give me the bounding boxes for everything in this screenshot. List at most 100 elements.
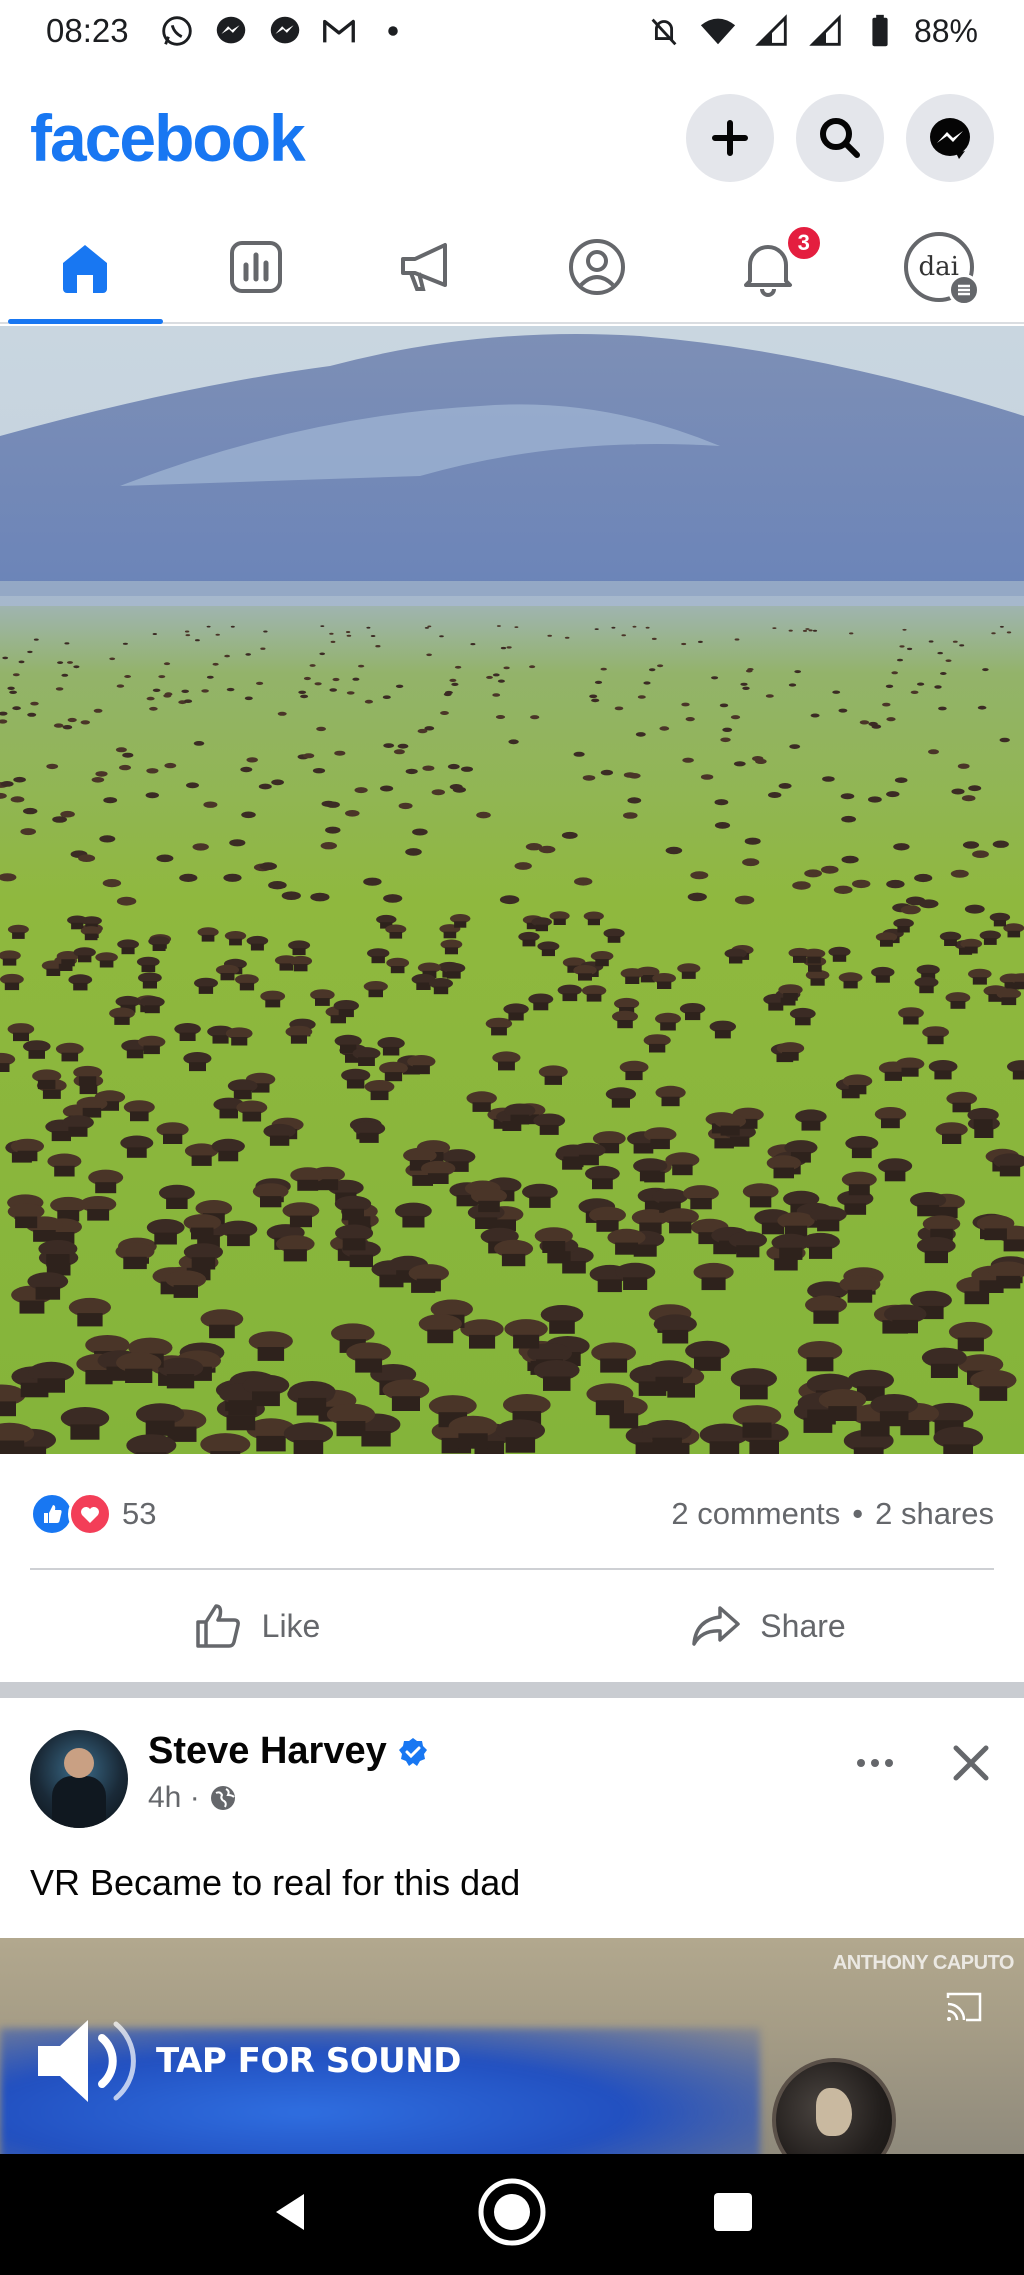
wildebeest-legs [875,975,890,983]
create-button[interactable] [686,94,774,182]
post-actions: Like Share [0,1584,1024,1668]
wildebeest-shape [690,871,709,880]
wildebeest-shape [952,640,958,643]
author-avatar[interactable] [30,1730,128,1828]
wildebeest-legs [412,1065,430,1075]
wildebeest-shape [223,873,242,882]
author-name[interactable]: Steve Harvey [148,1730,387,1773]
wildebeest-legs [51,1131,71,1142]
wildebeest-legs [290,1035,307,1044]
wildebeest-legs [166,1374,195,1389]
facebook-logo[interactable]: facebook [30,100,306,176]
more-options-icon[interactable] [852,1740,898,1786]
wildebeest-legs [143,1045,160,1055]
wildebeest-legs [475,1217,498,1229]
wildebeest-shape [868,796,882,803]
wildebeest-shape [886,791,900,798]
wildebeest-legs [774,1258,798,1271]
wildebeest-shape [789,744,801,749]
wildebeest-shape [461,766,473,772]
wildebeest-legs [964,946,978,954]
wildebeest-shape [645,626,650,629]
wildebeest-shape [256,681,264,685]
tab-ads[interactable] [341,212,512,322]
wildebeest-shape [325,826,341,834]
wildebeest-shape [13,776,26,783]
divider [30,1568,994,1570]
wildebeest-legs [227,1234,250,1247]
wildebeest-legs [730,1136,750,1147]
home-button[interactable] [475,2175,549,2254]
messenger-button[interactable] [906,94,994,182]
tab-home[interactable] [0,212,171,324]
tab-notifications[interactable]: 3 [683,212,854,322]
wildebeest-shape [508,739,519,745]
post-video[interactable]: ANTHONY CAPUTO TAP FOR SOUND [0,1938,1024,2154]
search-button[interactable] [796,94,884,182]
verified-badge-icon [398,1737,427,1766]
wildebeest-legs [28,1050,45,1059]
wildebeest-legs [832,954,847,962]
tap-for-sound-button[interactable]: TAP FOR SOUND [32,2006,461,2116]
wildebeest-legs [547,1251,571,1264]
wildebeest-shape [95,771,108,777]
back-icon [275,2194,304,2230]
wildebeest-shape [149,706,158,711]
wildebeest-shape [412,828,428,836]
wildebeest-shape [447,763,460,770]
wildebeest-legs [881,1118,900,1129]
wildebeest-shape [449,784,463,790]
share-button[interactable]: Share [512,1584,1024,1668]
tab-menu[interactable]: dai [853,212,1024,322]
wildebeest-legs [709,1441,740,1454]
wildebeest-shape [158,675,166,679]
wildebeest-shape [788,683,797,687]
wildebeest-shape [431,789,445,796]
wildebeest-shape [382,695,391,699]
wildebeest-shape [600,667,607,671]
post-photo[interactable] [0,326,1024,1454]
wildebeest-shape [424,627,429,629]
wildebeest-shape [698,640,703,643]
wildebeest-legs [973,1119,993,1130]
wildebeest-legs [649,1043,666,1053]
wildebeest-shape [999,737,1010,743]
status-bar: 08:23 88% [0,0,1024,62]
like-button[interactable]: Like [0,1584,512,1668]
reactions-summary[interactable]: 53 2 comments • 2 shares [30,1484,994,1544]
wildebeest-legs [655,1376,683,1392]
wildebeest-legs [742,1422,772,1438]
wildebeest-shape [506,646,512,649]
profile-icon [569,239,626,295]
tab-profile[interactable] [512,212,683,322]
notification-badge: 3 [784,224,823,262]
wildebeest-shape [714,799,729,806]
wildebeest-shape [733,761,746,767]
wildebeest-legs [773,1167,794,1179]
wildebeest-legs [95,1182,117,1194]
recents-button[interactable] [696,2175,770,2254]
wildebeest-shape [977,705,987,710]
wildebeest-legs [661,1096,680,1107]
comments-count[interactable]: 2 comments [671,1496,840,1532]
signal-icon [806,11,846,51]
wildebeest-legs [498,1061,515,1071]
post-time[interactable]: 4h · [148,1781,200,1815]
wildebeest-legs [562,993,578,1002]
wildebeest-legs [801,1120,821,1131]
wildebeest-shape [840,793,855,800]
wildebeest-legs [996,1275,1021,1289]
wildebeest-shape [961,795,976,802]
cast-icon[interactable] [944,1990,984,2024]
tab-dashboard[interactable] [171,212,342,322]
wildebeest-legs [349,1254,373,1268]
wildebeest-shape [547,634,552,637]
back-button[interactable] [254,2175,328,2254]
close-icon[interactable] [948,1740,994,1786]
shares-count[interactable]: 2 shares [875,1496,994,1532]
wildebeest-shape [849,632,854,635]
wildebeest-shape [582,775,596,781]
wildebeest-shape [330,640,336,643]
wildebeest-legs [879,1411,909,1427]
wildebeest-shape [810,713,820,718]
